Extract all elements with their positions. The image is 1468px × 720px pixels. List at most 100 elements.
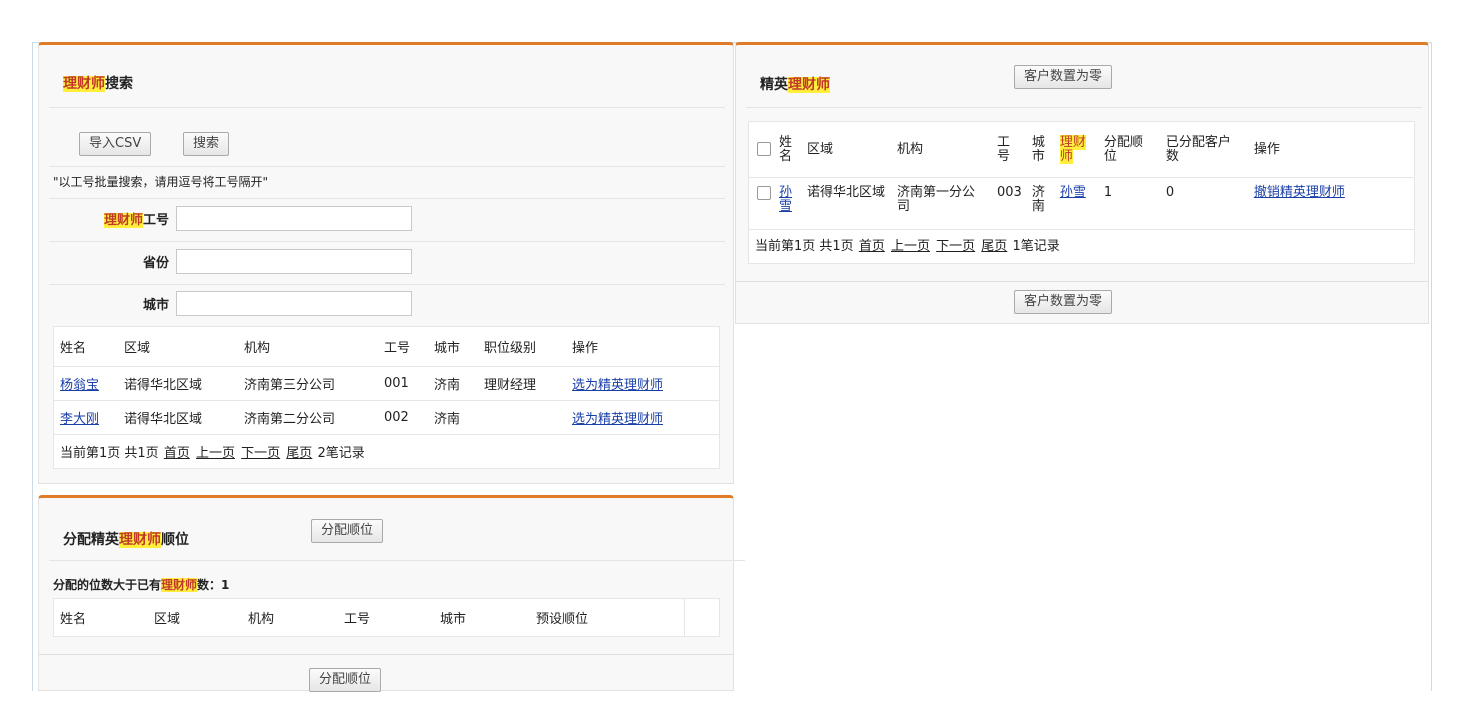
- pager-last[interactable]: 尾页: [286, 446, 312, 461]
- divider: [49, 107, 725, 108]
- col-header: 工号: [378, 326, 428, 367]
- pager-row: 当前第1页 共1页 首页 上一页 下一页 尾页 2笔记录: [53, 434, 720, 469]
- batch-search-hint: "以工号批量搜索，请用逗号将工号隔开": [53, 175, 269, 189]
- elite-advisor-panel: 精英理财师 客户数置为零 姓名 区域 机构 工号 城市 理财师 分配顺位 已分配…: [735, 42, 1429, 324]
- col-header: 机构: [891, 121, 993, 178]
- col-header: 操作: [566, 326, 720, 367]
- pager-first[interactable]: 首页: [164, 446, 190, 461]
- select-elite-link[interactable]: 选为精英理财师: [572, 412, 663, 427]
- id-cell: 002: [378, 400, 428, 435]
- zero-client-count-bottom-button[interactable]: 客户数置为零: [1014, 290, 1113, 314]
- col-header: 理财师: [1053, 121, 1098, 178]
- title-text: 顺位: [161, 532, 189, 548]
- col-header: [684, 598, 720, 637]
- elite-advisor-table: 姓名 区域 机构 工号 城市 理财师 分配顺位 已分配客户数 操作 孙雪 诺得华…: [748, 121, 1415, 264]
- col-header: 姓名: [53, 326, 118, 367]
- pager-row: 当前第1页 共1页 首页 上一页 下一页 尾页 1笔记录: [748, 229, 1415, 264]
- assign-info-text: 分配的位数大于已有理财师数：1: [53, 576, 229, 593]
- advisor-id-label: 理财师工号: [59, 209, 169, 228]
- org-cell: 济南第三分公司: [238, 366, 378, 401]
- info-text: 分配的位数大于已有: [53, 578, 162, 592]
- divider: [49, 166, 725, 167]
- province-input[interactable]: [176, 249, 412, 274]
- col-header: 操作: [1247, 121, 1415, 178]
- col-header: 城市: [434, 598, 530, 637]
- pager: 当前第1页 共1页 首页 上一页 下一页 尾页 1笔记录: [748, 229, 1415, 264]
- divider: [736, 281, 1428, 282]
- table-row: 孙雪 诺得华北区域 济南第一分公司 003 济南 孙雪 1 0 撤销精英理财师: [748, 177, 1415, 230]
- pager-prev[interactable]: 上一页: [891, 239, 930, 254]
- divider: [49, 284, 725, 285]
- advisor-header: 理财师: [1059, 134, 1086, 164]
- col-header: 城市: [428, 326, 478, 367]
- select-all-cell: [748, 121, 775, 178]
- col-header: 分配顺位: [1097, 121, 1160, 178]
- pager-prev[interactable]: 上一页: [196, 446, 235, 461]
- pager-status: 当前第1页 共1页: [60, 446, 159, 461]
- import-csv-button[interactable]: 导入CSV: [79, 132, 152, 156]
- table-header-row: 姓名 区域 机构 工号 城市 预设顺位: [53, 598, 720, 637]
- pager-count: 1笔记录: [1012, 238, 1060, 254]
- col-header: 预设顺位: [530, 598, 685, 637]
- col-header: 区域: [148, 598, 242, 637]
- advisor-name-link[interactable]: 杨翁宝: [60, 378, 99, 393]
- info-highlight: 理财师: [161, 578, 198, 592]
- col-header: 工号: [338, 598, 434, 637]
- divider: [746, 107, 1422, 108]
- assign-order-bottom-button[interactable]: 分配顺位: [309, 668, 382, 692]
- pager-next[interactable]: 下一页: [936, 239, 975, 254]
- advisor-link[interactable]: 孙雪: [1060, 185, 1086, 200]
- assign-order-table: 姓名 区域 机构 工号 城市 预设顺位: [53, 598, 720, 637]
- assign-order-button[interactable]: 分配顺位: [311, 519, 384, 543]
- col-header: 姓名: [775, 121, 801, 178]
- advisor-name-link[interactable]: 李大刚: [60, 412, 99, 427]
- col-header: 城市: [1027, 121, 1054, 178]
- level-cell: 理财经理: [478, 366, 566, 401]
- assign-order-panel: 分配精英理财师顺位 分配顺位 分配的位数大于已有理财师数：1 姓名 区域 机构 …: [38, 495, 745, 692]
- pager-count: 2笔记录: [317, 446, 365, 461]
- col-header: 机构: [242, 598, 338, 637]
- search-panel-title: 理财师搜索: [63, 73, 133, 93]
- search-results-table: 姓名 区域 机构 工号 城市 职位级别 操作 杨翁宝 诺得华北区域 济南第三分公…: [53, 326, 720, 469]
- assign-panel-title: 分配精英理财师顺位: [63, 529, 189, 549]
- col-header: 职位级别: [478, 326, 566, 367]
- org-cell: 济南第一分公司: [891, 177, 993, 230]
- search-panel: 理财师搜索 导入CSV 搜索 "以工号批量搜索，请用逗号将工号隔开" 理财师工号…: [38, 42, 734, 484]
- assigned-count-cell: 0: [1159, 177, 1248, 230]
- pager-last[interactable]: 尾页: [981, 239, 1007, 254]
- city-label: 城市: [142, 298, 169, 313]
- city-cell: 济南: [1027, 177, 1054, 230]
- select-all-checkbox[interactable]: [757, 142, 771, 157]
- id-cell: 003: [993, 177, 1028, 230]
- region-cell: 诺得华北区域: [118, 400, 238, 435]
- divider: [49, 241, 725, 242]
- id-cell: 001: [378, 366, 428, 401]
- title-highlight: 理财师: [119, 532, 161, 548]
- label-highlight: 理财师: [103, 213, 143, 228]
- table-row: 李大刚 诺得华北区域 济南第二分公司 002 济南 选为精英理财师: [53, 400, 720, 435]
- zero-client-count-button[interactable]: 客户数置为零: [1014, 65, 1113, 89]
- search-button[interactable]: 搜索: [183, 132, 230, 156]
- label-text: 工号: [142, 213, 169, 228]
- row-checkbox[interactable]: [757, 186, 771, 200]
- divider: [39, 654, 733, 655]
- level-cell: [478, 400, 566, 435]
- table-row: 杨翁宝 诺得华北区域 济南第三分公司 001 济南 理财经理 选为精英理财师: [53, 366, 720, 401]
- pager: 当前第1页 共1页 首页 上一页 下一页 尾页 2笔记录: [53, 434, 720, 469]
- title-text: 精英: [760, 77, 788, 93]
- col-header: 机构: [238, 326, 378, 367]
- city-input[interactable]: [176, 291, 412, 316]
- advisor-name-link[interactable]: 孙雪: [779, 185, 792, 214]
- revoke-elite-link[interactable]: 撤销精英理财师: [1254, 185, 1345, 200]
- title-highlight: 理财师: [788, 77, 830, 93]
- pager-first[interactable]: 首页: [859, 239, 885, 254]
- col-header: 已分配客户数: [1159, 121, 1248, 178]
- select-elite-link[interactable]: 选为精英理财师: [572, 378, 663, 393]
- pager-next[interactable]: 下一页: [241, 446, 280, 461]
- col-header: 工号: [993, 121, 1028, 178]
- title-text: 分配精英: [63, 532, 119, 548]
- table-header-row: 姓名 区域 机构 工号 城市 职位级别 操作: [53, 326, 720, 367]
- advisor-id-input[interactable]: [176, 206, 412, 231]
- divider: [49, 198, 725, 199]
- city-cell: 济南: [428, 400, 478, 435]
